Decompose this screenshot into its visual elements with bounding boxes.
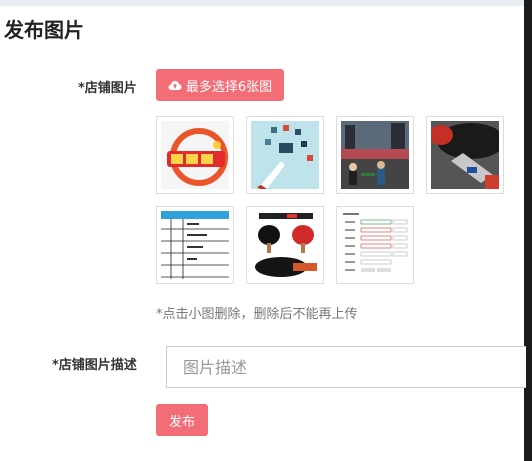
images-label: *店铺图片 — [78, 81, 137, 96]
cloud-upload-icon — [168, 81, 182, 90]
thumb-form-screenshot[interactable] — [336, 206, 414, 284]
thumb-table-tennis-crowd[interactable] — [336, 116, 414, 194]
thumb-schedule-table[interactable] — [156, 206, 234, 284]
window-scrollbar[interactable] — [524, 0, 532, 461]
fuli-text-image — [161, 121, 229, 189]
upload-images-button[interactable]: 最多选择6张图 — [156, 69, 284, 101]
thumb-paddles-product[interactable] — [246, 206, 324, 284]
megaphone-image — [251, 121, 319, 189]
form-screenshot — [341, 211, 409, 279]
table-screenshot — [161, 211, 229, 279]
description-label: *店铺图片描述 — [52, 358, 137, 373]
thumb-welfare-logo[interactable] — [156, 116, 234, 194]
upload-button-label: 最多选择6张图 — [185, 79, 273, 95]
thumb-paddle-closeup[interactable] — [426, 116, 504, 194]
top-border — [0, 0, 524, 6]
page-title: 发布图片 — [4, 18, 84, 42]
thumb-app-icons-megaphone[interactable] — [246, 116, 324, 194]
submit-button[interactable]: 发布 — [156, 404, 208, 436]
paddles-product — [251, 211, 319, 279]
crowd-photo — [341, 121, 409, 189]
delete-hint: *点击小图删除，删除后不能再上传 — [156, 307, 358, 322]
paddle-photo — [431, 121, 499, 189]
description-input[interactable] — [166, 346, 526, 388]
